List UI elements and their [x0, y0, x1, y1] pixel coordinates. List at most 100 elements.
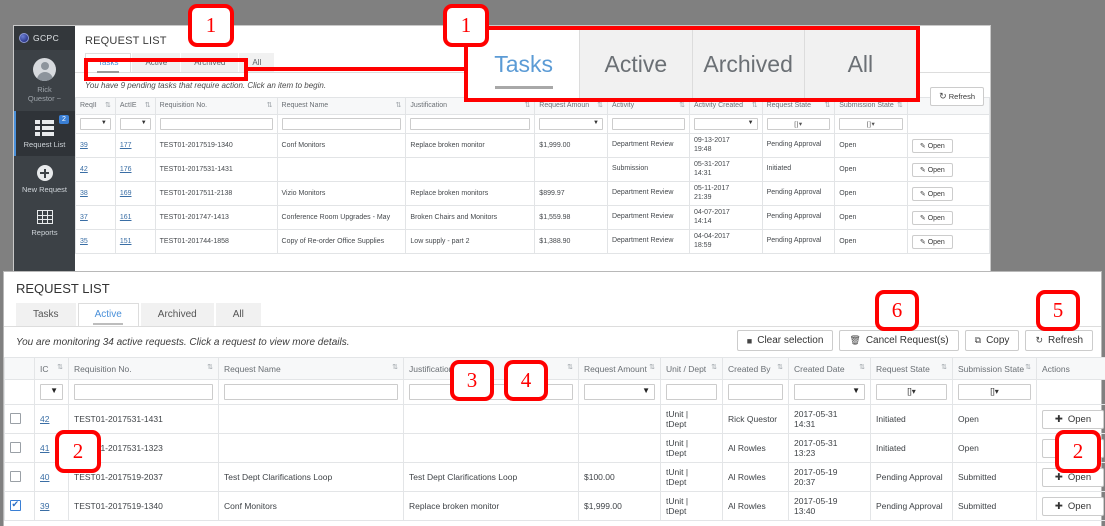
filter-amount[interactable]: [584, 384, 655, 400]
table-row[interactable]: 42 TEST01-2017531-1431 tUnit | tDept Rick…: [4, 404, 1105, 434]
open-button[interactable]: ✎ Open: [911, 138, 953, 153]
table-row[interactable]: 37 161 TEST01-201747-1413 Conference Roo…: [75, 205, 990, 230]
table-row[interactable]: 41 TEST01-2017531-1323 tUnit | tDept Al R…: [4, 433, 1105, 463]
filter-justification[interactable]: [410, 118, 531, 130]
tab-tasks[interactable]: Tasks: [85, 53, 132, 72]
col-requisition-no[interactable]: Requisition No. ⇅: [154, 97, 278, 115]
actid-link[interactable]: 169: [120, 190, 132, 197]
reqid-link[interactable]: 35: [80, 238, 88, 245]
cell-request-state: Initiated: [761, 157, 836, 182]
filter-submission-state[interactable]: []▾: [839, 118, 903, 130]
filter-id[interactable]: [40, 384, 63, 400]
filter-request-name[interactable]: [281, 118, 402, 130]
filter-created-by[interactable]: [728, 384, 783, 400]
actid-link[interactable]: 151: [120, 238, 132, 245]
cell-unit-dept: tUnit | tDept: [660, 404, 723, 434]
open-button[interactable]: ✚Open: [1042, 496, 1104, 516]
overlay-tab-all[interactable]: All: [804, 30, 916, 98]
cancel-requests-button[interactable]: 🗑 Cancel Request(s): [839, 330, 959, 351]
bottom-tab-archived[interactable]: Archived: [140, 303, 214, 326]
overlay-tab-archived[interactable]: Archived: [692, 30, 805, 98]
filter-activity-created[interactable]: [693, 118, 758, 130]
table-row[interactable]: 39 177 TEST01-2017519-1340 Conf Monitors…: [75, 133, 990, 158]
sidebar-item-reports[interactable]: Reports: [14, 201, 75, 244]
col-unit-dept[interactable]: Unit / Dept ⇅: [660, 357, 723, 380]
open-button[interactable]: ✎ Open: [911, 186, 953, 201]
col-submission-state[interactable]: Submission State ⇅: [952, 357, 1037, 380]
sidebar-item-label: Request List: [23, 140, 66, 149]
refresh-button[interactable]: ↻ Refresh: [930, 87, 984, 106]
bottom-tab-active[interactable]: Active: [77, 303, 139, 326]
filter-request-state[interactable]: []▾: [876, 384, 947, 400]
row-checkbox[interactable]: [10, 441, 21, 453]
cell-amount: $1,999.00: [534, 133, 608, 158]
reqid-link[interactable]: 42: [80, 166, 88, 173]
filter-reqid[interactable]: [80, 118, 111, 130]
overlay-tab-active[interactable]: Active: [580, 30, 693, 98]
row-checkbox[interactable]: [10, 470, 21, 482]
col-requisition-no[interactable]: Requisition No. ⇅: [68, 357, 219, 380]
sidebar-item-request-list[interactable]: 2 Request List: [14, 111, 75, 156]
reqid-link[interactable]: 39: [80, 142, 88, 149]
tab-archived[interactable]: Archived: [181, 53, 239, 72]
table-row[interactable]: 35 151 TEST01-201744-1858 Copy of Re-ord…: [75, 229, 990, 254]
table-row[interactable]: 42 176 TEST01-2017531-1431 Submission 05…: [75, 157, 990, 182]
col-id[interactable]: IC ⇅: [34, 357, 69, 380]
col-created-by[interactable]: Created By ⇅: [722, 357, 789, 380]
callout-badge-3: 3: [450, 360, 494, 401]
copy-button[interactable]: ⧉ Copy: [964, 330, 1020, 351]
filter-amount[interactable]: [539, 118, 603, 130]
bottom-refresh-button[interactable]: ↻ Refresh: [1025, 330, 1093, 351]
col-reqid[interactable]: ReqII ⇅: [75, 97, 116, 115]
cell-amount: [578, 404, 661, 434]
filter-request-name[interactable]: [224, 384, 398, 400]
open-button[interactable]: ✎ Open: [911, 210, 953, 225]
callout-badge-1a: 1: [188, 4, 234, 47]
id-link[interactable]: 42: [40, 414, 49, 424]
tab-active[interactable]: Active: [132, 53, 181, 72]
col-request-name[interactable]: Request Name ⇅: [218, 357, 404, 380]
clear-selection-button[interactable]: ■ Clear selection: [736, 330, 834, 351]
col-actid[interactable]: ActIE ⇅: [114, 97, 156, 115]
actid-link[interactable]: 161: [120, 214, 132, 221]
reqid-link[interactable]: 38: [80, 190, 88, 197]
sidebar-item-new-request[interactable]: New Request: [14, 156, 75, 201]
user-profile[interactable]: Rick Questor ~: [14, 50, 75, 111]
active-requests-table: IC ⇅ Requisition No. ⇅ Request Name ⇅ Justi…: [4, 357, 1105, 521]
filter-created-date[interactable]: [794, 384, 865, 400]
id-link[interactable]: 40: [40, 472, 49, 482]
filter-submission-state[interactable]: []▾: [958, 384, 1031, 400]
table-row[interactable]: 39 TEST01-2017519-1340 Conf Monitors Rep…: [4, 491, 1105, 521]
bottom-tab-all[interactable]: All: [215, 303, 261, 326]
filter-requisition-no[interactable]: [159, 118, 273, 130]
id-link[interactable]: 41: [40, 443, 49, 453]
trash-icon: 🗑: [849, 335, 861, 345]
col-request-amount[interactable]: Request Amount ⇅: [578, 357, 661, 380]
filter-request-state[interactable]: []▾: [766, 118, 831, 130]
sort-icon: ⇅: [649, 363, 655, 371]
open-button[interactable]: ✚Open: [1042, 409, 1104, 429]
reqid-link[interactable]: 37: [80, 214, 88, 221]
cell-reqid: 38: [75, 181, 116, 206]
open-button[interactable]: ✎ Open: [911, 234, 953, 249]
col-select-all[interactable]: [4, 357, 35, 380]
filter-activity[interactable]: [611, 118, 685, 130]
col-request-state[interactable]: Request State ⇅: [870, 357, 953, 380]
filter-actid[interactable]: [119, 118, 151, 130]
col-request-name[interactable]: Request Name ⇅: [276, 97, 407, 115]
bottom-toolbar: ■ Clear selection 🗑 Cancel Request(s) ⧉ …: [736, 330, 1093, 351]
bottom-tab-tasks[interactable]: Tasks: [16, 303, 76, 326]
row-checkbox[interactable]: [10, 412, 21, 424]
row-checkbox[interactable]: [10, 499, 21, 511]
sort-icon: ⇅: [392, 363, 398, 371]
zoomed-tabs-overlay: Tasks Active Archived All: [464, 26, 920, 102]
filter-requisition-no[interactable]: [74, 384, 213, 400]
col-created-date[interactable]: Created Date ⇅: [788, 357, 871, 380]
actid-link[interactable]: 176: [120, 166, 132, 173]
filter-unit-dept[interactable]: [666, 384, 717, 400]
open-button[interactable]: ✎ Open: [911, 162, 953, 177]
table-row[interactable]: 40 TEST01-2017519-2037 Test Dept Clarifi…: [4, 462, 1105, 492]
id-link[interactable]: 39: [40, 501, 49, 511]
table-row[interactable]: 38 169 TEST01-2017511-2138 Vizio Monitor…: [75, 181, 990, 206]
actid-link[interactable]: 177: [120, 142, 132, 149]
